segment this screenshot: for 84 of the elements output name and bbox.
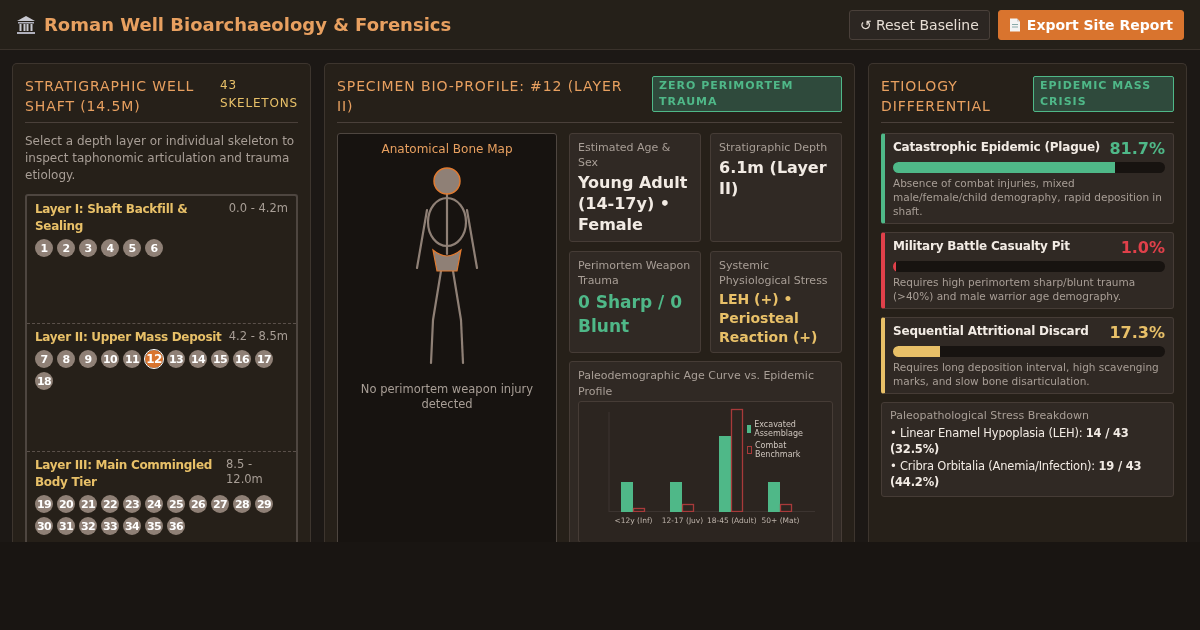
- skeleton-chip[interactable]: 19: [35, 495, 53, 513]
- skeleton-chip[interactable]: 14: [189, 350, 207, 368]
- hypothesis-description: Absence of combat injuries, mixed male/female/child demography, rapid deposition in shaft.: [893, 176, 1163, 218]
- building-icon: [16, 14, 36, 35]
- layer-section[interactable]: Layer III: Main Commingled Body Tier 8.5 - 12.0m 19 20 21 22 23 24 25 26 27 28 29 30 31 32 33 34 35 36: [27, 452, 296, 542]
- skeleton-chip[interactable]: 11: [123, 350, 141, 368]
- skeleton-chip[interactable]: 23: [123, 495, 141, 513]
- skeleton-chip[interactable]: 31: [57, 517, 75, 535]
- skeleton-chip[interactable]: 12: [145, 350, 163, 368]
- breakdown-title: Paleopathological Stress Breakdown: [890, 408, 1091, 423]
- stat-label: Estimated Age & Sex: [578, 140, 672, 170]
- skeleton-chip[interactable]: 26: [189, 495, 207, 513]
- skeleton-chip[interactable]: 1: [35, 239, 53, 257]
- stat-label: Perimortem Weapon Trauma: [578, 258, 692, 288]
- skeleton-chip[interactable]: 22: [101, 495, 119, 513]
- skeleton-chip[interactable]: 21: [79, 495, 97, 513]
- skeleton-chip[interactable]: 29: [255, 495, 273, 513]
- stat-label: Systemic Physiological Stress: [719, 258, 829, 288]
- skeleton-chip[interactable]: 8: [57, 350, 75, 368]
- panel-title: SPECIMEN BIO-PROFILE: #12 (LAYER II): [337, 77, 624, 116]
- skeleton-chip[interactable]: 34: [123, 517, 141, 535]
- skeleton-chip[interactable]: 3: [79, 239, 97, 257]
- skeleton-chip[interactable]: 28: [233, 495, 251, 513]
- skeleton-chip[interactable]: 27: [211, 495, 229, 513]
- skeleton-chip[interactable]: 2: [57, 239, 75, 257]
- stat-value: Young Adult (14-17y) • Female: [578, 172, 689, 235]
- skeleton-count: 43 SKELETONS: [220, 77, 298, 112]
- skeleton-chip[interactable]: 25: [167, 495, 185, 513]
- skeleton-chip[interactable]: 20: [57, 495, 75, 513]
- legend-label: Combat Benchmark: [754, 441, 802, 459]
- stat-value: LEH (+) • Periosteal Reaction (+): [719, 290, 819, 347]
- layer-name: Layer I: Shaft Backfill & Sealing: [35, 201, 189, 235]
- document-icon: [1008, 17, 1021, 32]
- skeleton-chip[interactable]: 18: [35, 372, 53, 390]
- skeleton-chip[interactable]: 15: [211, 350, 229, 368]
- skeleton-chip[interactable]: 9: [79, 350, 97, 368]
- skeleton-chip[interactable]: 4: [101, 239, 119, 257]
- stat-value: 0 Sharp / 0 Blunt: [578, 291, 683, 338]
- probability-value: 81.7%: [1109, 139, 1165, 158]
- layer-depth: 0.0 - 4.2m: [228, 201, 288, 217]
- layer-section[interactable]: Layer I: Shaft Backfill & Sealing 0.0 - 4.2m 1 2 3 4 5 6: [27, 196, 296, 324]
- hypothesis-name: Sequential Attritional Discard: [893, 323, 1089, 340]
- hypothesis-name: Military Battle Casualty Pit: [893, 238, 1070, 255]
- reset-button[interactable]: ↺ Reset Baseline: [848, 9, 990, 40]
- legend-swatch: [747, 446, 752, 454]
- skeleton-chip[interactable]: 35: [145, 517, 163, 535]
- panel-title: STRATIGRAPHIC WELL SHAFT (14.5M): [25, 77, 196, 116]
- skeleton-chip[interactable]: 16: [233, 350, 251, 368]
- export-button[interactable]: Export Site Report: [997, 9, 1184, 40]
- skeleton-chip[interactable]: 10: [101, 350, 119, 368]
- status-badge: ZERO PERIMORTEM TRAUMA: [652, 76, 842, 112]
- layer-depth: 4.2 - 8.5m: [228, 329, 288, 345]
- legend-swatch: [747, 425, 752, 433]
- skeleton-chip[interactable]: 33: [101, 517, 119, 535]
- skeleton-chip[interactable]: 6: [145, 239, 163, 257]
- skeleton-chip[interactable]: 13: [167, 350, 185, 368]
- status-badge: EPIDEMIC MASS CRISIS: [1033, 76, 1174, 112]
- legend-label: Excavated Assemblage: [754, 420, 804, 438]
- chart-title: Paleodemographic Age Curve vs. Epidemic Profile: [578, 368, 815, 400]
- breakdown-item: • Linear Enamel Hypoplasia (LEH): 14 / 43 (32.5%): [890, 425, 1130, 457]
- hypothesis-name: Catastrophic Epidemic (Plague): [893, 139, 1101, 156]
- layer-name: Layer III: Main Commingled Body Tier: [35, 457, 214, 491]
- hypothesis-description: Requires high perimortem sharp/blunt trauma (>40%) and male warrior age demography.: [893, 275, 1137, 303]
- skeleton-chip[interactable]: 17: [255, 350, 273, 368]
- stat-label: Stratigraphic Depth: [719, 140, 829, 155]
- app-title: Roman Well Bioarchaeology & Forensics: [44, 14, 452, 35]
- skeleton-chip[interactable]: 7: [35, 350, 53, 368]
- skeleton-chip[interactable]: 32: [79, 517, 97, 535]
- probability-value: 1.0%: [1120, 238, 1165, 257]
- probability-value: 17.3%: [1109, 323, 1165, 342]
- panel-title: ETIOLOGY DIFFERENTIAL: [881, 77, 992, 116]
- skeleton-chip[interactable]: 36: [167, 517, 185, 535]
- layer-section[interactable]: Layer II: Upper Mass Deposit 4.2 - 8.5m 7 8 9 10 11 12 13 14 15 16 17 18: [27, 324, 296, 452]
- bone-map-title: Anatomical Bone Map: [381, 142, 513, 156]
- skeleton-chip[interactable]: 5: [123, 239, 141, 257]
- panel-hint: Select a depth layer or individual skeleton to inspect taphonomic articulation and trauma etiology.: [25, 133, 296, 184]
- layer-depth: 8.5 - 12.0m: [226, 457, 264, 488]
- skeleton-chip[interactable]: 30: [35, 517, 53, 535]
- breakdown-item: • Cribra Orbitalia (Anemia/Infection): 19 / 43 (44.2%): [890, 458, 1143, 490]
- skeleton-chip[interactable]: 24: [145, 495, 163, 513]
- injury-note: No perimortem weapon injury detected: [359, 382, 535, 412]
- layer-name: Layer II: Upper Mass Deposit: [35, 329, 222, 346]
- hypothesis-description: Requires long deposition interval, high scavenging marks, and slow bone disarticulation.: [893, 360, 1160, 388]
- stat-value: 6.1m (Layer II): [719, 157, 828, 199]
